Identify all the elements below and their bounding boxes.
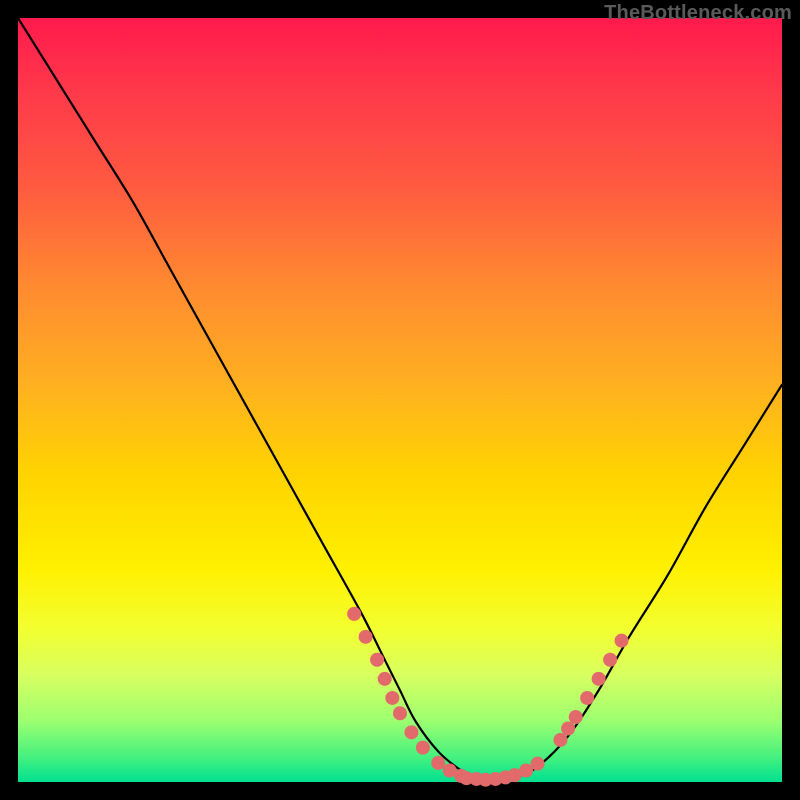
chart-svg <box>18 18 782 782</box>
curve-markers <box>347 607 628 787</box>
curve-marker <box>431 756 445 770</box>
curve-marker <box>580 691 594 705</box>
curve-marker <box>378 672 392 686</box>
chart-frame: TheBottleneck.com <box>0 0 800 800</box>
curve-marker <box>404 725 418 739</box>
curve-marker <box>370 653 384 667</box>
curve-marker <box>385 691 399 705</box>
curve-marker <box>359 630 373 644</box>
curve-marker <box>561 722 575 736</box>
curve-marker <box>569 710 583 724</box>
curve-marker <box>592 672 606 686</box>
curve-marker <box>603 653 617 667</box>
curve-marker <box>531 757 545 771</box>
plot-area <box>18 18 782 782</box>
curve-marker <box>416 741 430 755</box>
curve-marker <box>347 607 361 621</box>
curve-marker <box>615 634 629 648</box>
curve-marker <box>553 733 567 747</box>
curve-marker <box>393 706 407 720</box>
watermark-text: TheBottleneck.com <box>604 2 792 25</box>
bottleneck-curve <box>18 18 782 780</box>
